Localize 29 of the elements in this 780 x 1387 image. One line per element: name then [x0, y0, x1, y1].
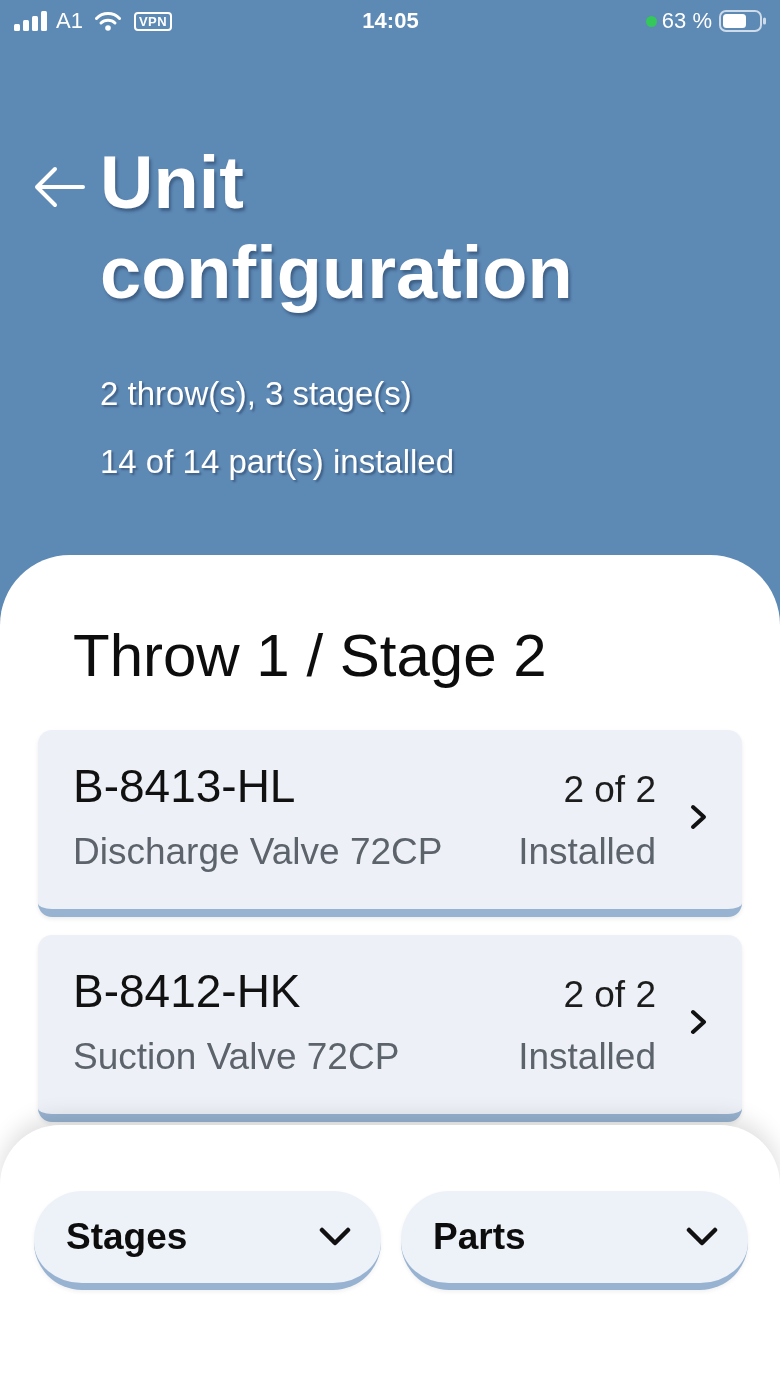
wifi-icon — [94, 11, 121, 31]
part-number: B-8412-HK — [73, 964, 302, 1019]
part-number: B-8413-HL — [73, 759, 297, 814]
filter-dropdown[interactable]: Parts — [401, 1191, 748, 1290]
back-arrow-icon[interactable] — [32, 165, 86, 209]
status-dot-icon — [645, 15, 657, 27]
summary-line: 14 of 14 part(s) installed — [100, 442, 456, 482]
carrier-name: A1 — [56, 10, 83, 32]
install-count: 2 of 2 — [562, 768, 656, 812]
battery-icon — [719, 10, 767, 32]
chevron-down-icon — [319, 1227, 351, 1247]
page-title: Unit configuration — [100, 140, 574, 316]
part-name: Suction Valve 72CP — [73, 1035, 401, 1079]
chevron-right-icon — [690, 1009, 708, 1035]
install-status: Installed — [518, 1035, 656, 1079]
signal-icon — [14, 11, 48, 31]
vpn-indicator: VPN — [133, 11, 173, 31]
part-card[interactable]: B-8413-HL 2 of 2 Discharge Valve 72CP Installed — [38, 730, 742, 917]
filter-dropdown[interactable]: Stages — [34, 1191, 381, 1290]
install-status: Installed — [518, 830, 656, 874]
install-count: 2 of 2 — [562, 973, 656, 1017]
clock-time: 14:05 — [362, 10, 419, 32]
part-name: Discharge Valve 72CP — [73, 830, 444, 874]
part-card[interactable]: B-8412-HK 2 of 2 Suction Valve 72CP Installed — [38, 935, 742, 1122]
section-title: Throw 1 / Stage 2 — [72, 621, 548, 691]
chevron-right-icon — [690, 804, 708, 830]
chevron-down-icon — [686, 1227, 718, 1247]
battery-percent: 63 % — [661, 10, 712, 32]
summary-line: 2 throw(s), 3 stage(s) — [100, 374, 413, 414]
